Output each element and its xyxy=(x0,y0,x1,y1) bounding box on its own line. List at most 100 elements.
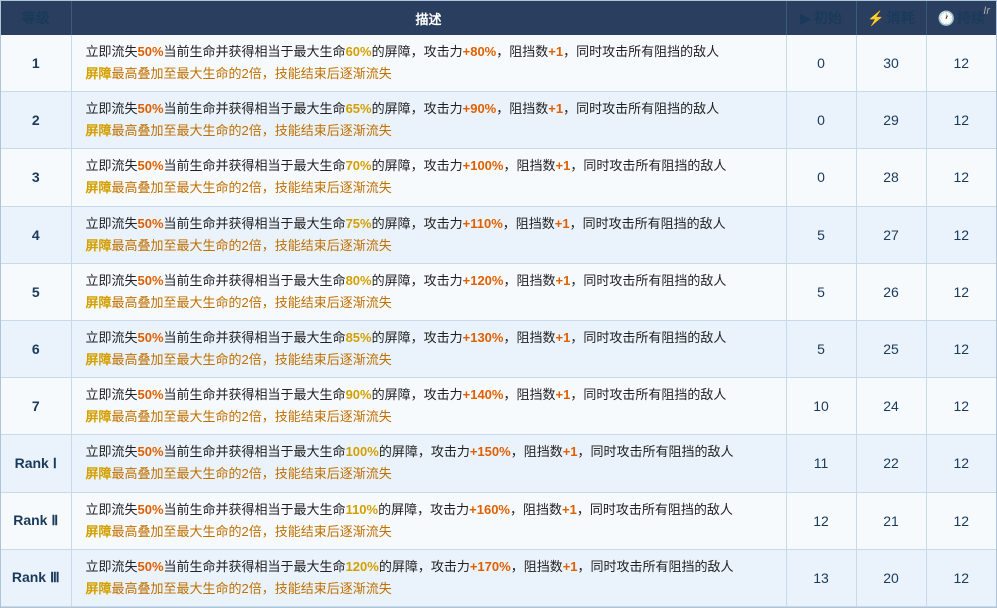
desc-shield-text: 的屏障 xyxy=(372,273,411,288)
cell-duration: 12 xyxy=(926,92,996,149)
desc-rest: ，同时攻击所有阻挡的敌人 xyxy=(570,216,726,231)
desc-resist-label: ，阻挡数 xyxy=(503,387,555,402)
desc-line2: 屏障最高叠加至最大生命的2倍，技能结束后逐渐流失 xyxy=(86,177,772,199)
desc-rest: ，同时攻击所有阻挡的敌人 xyxy=(570,158,726,173)
pct-lose: 50% xyxy=(138,101,164,116)
desc-attack-label: ，攻击力 xyxy=(411,216,463,231)
desc-mid1: 当前生命并获得相当于最大生命 xyxy=(164,216,346,231)
cell-initial: 11 xyxy=(786,435,856,492)
desc-line2: 屏障最高叠加至最大生命的2倍，技能结束后逐渐流失 xyxy=(86,521,772,543)
table-row: Rank Ⅲ立即流失50%当前生命并获得相当于最大生命120%的屏障，攻击力+1… xyxy=(1,549,996,606)
desc-line2: 屏障最高叠加至最大生命的2倍，技能结束后逐渐流失 xyxy=(86,235,772,257)
cell-desc: 立即流失50%当前生命并获得相当于最大生命90%的屏障，攻击力+140%，阻挡数… xyxy=(71,378,786,435)
desc-rest: ，同时攻击所有阻挡的敌人 xyxy=(577,502,733,517)
desc-shield-text: 的屏障 xyxy=(372,101,411,116)
desc-attack-label: ，攻击力 xyxy=(411,101,463,116)
desc-shield-text: 的屏障 xyxy=(378,502,417,517)
val-resist: +1 xyxy=(563,559,578,574)
cell-level: Rank Ⅱ xyxy=(1,492,71,549)
pct-attack: +90% xyxy=(463,101,497,116)
duration-icon: 🕐 xyxy=(938,10,955,26)
table-row: 2 立即流失50%当前生命并获得相当于最大生命65%的屏障，攻击力+90%，阻挡数… xyxy=(1,92,996,149)
cell-consume: 30 xyxy=(856,35,926,92)
table-header-row: 等级 描述 ▶初始 ⚡消耗 🕐持续 xyxy=(1,1,996,35)
cell-desc: 立即流失50%当前生命并获得相当于最大生命110%的屏障，攻击力+160%，阻挡… xyxy=(71,492,786,549)
desc-barrier: 屏障 xyxy=(86,180,112,195)
desc-line1: 立即流失50%当前生命并获得相当于最大生命65%的屏障，攻击力+90%，阻挡数+… xyxy=(86,101,720,116)
pct-lose: 50% xyxy=(138,216,164,231)
desc-mid1: 当前生命并获得相当于最大生命 xyxy=(164,158,346,173)
desc-line2: 屏障最高叠加至最大生命的2倍，技能结束后逐渐流失 xyxy=(86,406,772,428)
pct-shield: 75% xyxy=(346,216,372,231)
col-desc-header: 描述 xyxy=(71,1,786,35)
desc-resist-label: ，阻挡数 xyxy=(496,101,548,116)
cell-desc: 立即流失50%当前生命并获得相当于最大生命65%的屏障，攻击力+90%，阻挡数+… xyxy=(71,92,786,149)
cell-duration: 12 xyxy=(926,263,996,320)
val-resist: +1 xyxy=(555,387,570,402)
pct-lose: 50% xyxy=(138,44,164,59)
desc-cap: 最高叠加至最大生命的2倍，技能结束后逐渐流失 xyxy=(112,180,392,195)
pct-lose: 50% xyxy=(138,559,164,574)
desc-prefix: 立即流失 xyxy=(86,158,138,173)
cell-level: 3 xyxy=(1,149,71,206)
cell-desc: 立即流失50%当前生命并获得相当于最大生命85%的屏障，攻击力+130%，阻挡数… xyxy=(71,320,786,377)
cell-duration: 12 xyxy=(926,435,996,492)
desc-cap: 最高叠加至最大生命的2倍，技能结束后逐渐流失 xyxy=(112,466,392,481)
pct-attack: +130% xyxy=(463,330,504,345)
cell-duration: 12 xyxy=(926,549,996,606)
cell-level: 7 xyxy=(1,378,71,435)
pct-lose: 50% xyxy=(138,387,164,402)
desc-prefix: 立即流失 xyxy=(86,330,138,345)
desc-shield-text: 的屏障 xyxy=(372,44,411,59)
val-resist: +1 xyxy=(555,158,570,173)
desc-prefix: 立即流失 xyxy=(86,387,138,402)
table-row: 4立即流失50%当前生命并获得相当于最大生命75%的屏障，攻击力+110%，阻挡… xyxy=(1,206,996,263)
desc-rest: ，同时攻击所有阻挡的敌人 xyxy=(578,444,734,459)
pct-shield: 110% xyxy=(346,502,379,517)
desc-shield-text: 的屏障 xyxy=(379,444,418,459)
desc-barrier: 屏障 xyxy=(86,66,112,81)
desc-line1: 立即流失50%当前生命并获得相当于最大生命75%的屏障，攻击力+110%，阻挡数… xyxy=(86,216,726,231)
pct-shield: 80% xyxy=(346,273,372,288)
desc-mid1: 当前生命并获得相当于最大生命 xyxy=(164,444,346,459)
desc-cap: 最高叠加至最大生命的2倍，技能结束后逐渐流失 xyxy=(112,409,392,424)
cell-level: 4 xyxy=(1,206,71,263)
skill-table-wrapper: Ir 等级 描述 ▶初始 ⚡消耗 🕐持续 1立即流失50%当前生命并获得相当于最… xyxy=(0,0,997,608)
cell-consume: 29 xyxy=(856,92,926,149)
val-resist: +1 xyxy=(555,273,570,288)
desc-attack-label: ，攻击力 xyxy=(411,44,463,59)
desc-resist-label: ，阻挡数 xyxy=(503,158,555,173)
pct-lose: 50% xyxy=(138,330,164,345)
cell-consume: 24 xyxy=(856,378,926,435)
pct-attack: +150% xyxy=(470,444,511,459)
pct-shield: 120% xyxy=(346,559,379,574)
cell-level: 1 xyxy=(1,35,71,92)
pct-shield: 85% xyxy=(346,330,372,345)
desc-cap: 最高叠加至最大生命的2倍，技能结束后逐渐流失 xyxy=(112,295,392,310)
cell-level: 2 xyxy=(1,92,71,149)
val-resist: +1 xyxy=(555,216,570,231)
desc-rest: ，同时攻击所有阻挡的敌人 xyxy=(578,559,734,574)
table-row: Rank Ⅰ立即流失50%当前生命并获得相当于最大生命100%的屏障，攻击力+1… xyxy=(1,435,996,492)
desc-line1: 立即流失50%当前生命并获得相当于最大生命100%的屏障，攻击力+150%，阻挡… xyxy=(86,444,734,459)
desc-line1: 立即流失50%当前生命并获得相当于最大生命60%的屏障，攻击力+80%，阻挡数+… xyxy=(86,44,720,59)
desc-mid1: 当前生命并获得相当于最大生命 xyxy=(164,44,346,59)
cell-initial: 0 xyxy=(786,35,856,92)
desc-mid1: 当前生命并获得相当于最大生命 xyxy=(164,559,346,574)
desc-resist-label: ，阻挡数 xyxy=(511,559,563,574)
cell-consume: 21 xyxy=(856,492,926,549)
pct-attack: +140% xyxy=(463,387,504,402)
pct-lose: 50% xyxy=(138,444,164,459)
initial-icon: ▶ xyxy=(800,10,811,26)
pct-shield: 100% xyxy=(346,444,379,459)
pct-shield: 60% xyxy=(346,44,372,59)
desc-resist-label: ，阻挡数 xyxy=(503,216,555,231)
desc-shield-text: 的屏障 xyxy=(372,387,411,402)
corner-badge: Ir xyxy=(983,5,990,17)
cell-initial: 12 xyxy=(786,492,856,549)
val-resist: +1 xyxy=(562,502,577,517)
cell-desc: 立即流失50%当前生命并获得相当于最大生命80%的屏障，攻击力+120%，阻挡数… xyxy=(71,263,786,320)
cell-consume: 26 xyxy=(856,263,926,320)
desc-attack-label: ，攻击力 xyxy=(418,444,470,459)
desc-attack-label: ，攻击力 xyxy=(411,158,463,173)
